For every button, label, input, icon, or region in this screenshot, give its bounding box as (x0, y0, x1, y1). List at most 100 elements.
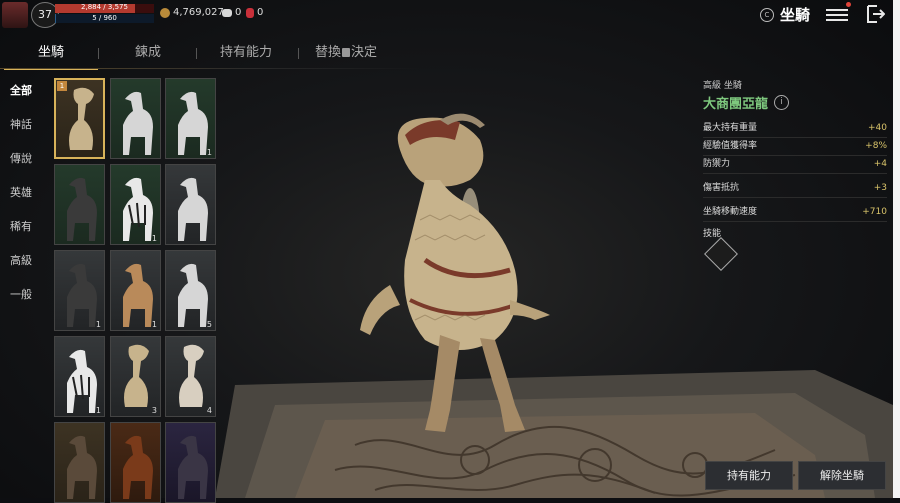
category-legendary[interactable]: 傳說 (10, 150, 32, 184)
screen-title: C 坐騎 (760, 4, 810, 25)
mount-count: 1 (95, 406, 101, 415)
tab-divider (298, 48, 299, 59)
mount-count: 1 (151, 320, 157, 329)
mount-thumbnail (67, 263, 97, 327)
mount-slot[interactable] (110, 78, 161, 159)
mount-count: 5 (206, 320, 212, 329)
menu-icon[interactable] (826, 2, 851, 24)
mount-slot[interactable] (54, 164, 105, 245)
mount-slot[interactable]: 5 (165, 250, 216, 331)
category-mythic[interactable]: 神話 (10, 116, 32, 150)
mount-thumbnail (178, 177, 208, 241)
mount-thumbnail (67, 177, 97, 241)
stat-row: 最大持有重量 +40 (703, 120, 887, 138)
mount-thumbnail (123, 91, 153, 155)
dismount-button[interactable]: 解除坐騎 (798, 461, 886, 490)
gem-amount: 0 (235, 7, 242, 18)
mount-slot[interactable]: 1 (110, 164, 161, 245)
mount-count: 1 (151, 234, 157, 243)
tab-replace[interactable]: 替換 決定 (306, 40, 386, 68)
mount-slot[interactable] (165, 164, 216, 245)
mount-thumbnail (178, 91, 208, 155)
category-heroic[interactable]: 英雄 (10, 184, 32, 218)
mount-slot[interactable]: 1 (54, 336, 105, 417)
tab-divider (196, 48, 197, 59)
equipped-badge: 1 (57, 81, 67, 91)
tab-divider (98, 48, 99, 59)
stat-row: 防禦力 +4 (703, 156, 887, 174)
stat-row: 經驗值獲得率 +8% (703, 138, 887, 156)
mount-thumbnail (67, 349, 97, 413)
mount-thumbnail (178, 435, 208, 499)
category-common[interactable]: 一般 (10, 286, 32, 320)
category-advanced[interactable]: 高級 (10, 252, 32, 286)
notification-dot-icon (846, 2, 851, 7)
stat-value: +40 (868, 123, 887, 133)
abilities-button[interactable]: 持有能力 (705, 461, 793, 490)
stat-value: +8% (865, 141, 887, 151)
mount-slot[interactable]: 1 (54, 250, 105, 331)
screen-edge (893, 0, 900, 498)
mount-count: 1 (95, 320, 101, 329)
character-portrait[interactable] (2, 2, 28, 28)
mount-slot[interactable] (54, 422, 105, 503)
tab-mount[interactable]: 坐騎 (4, 40, 98, 70)
mp-text: 5 / 960 (92, 14, 117, 22)
mount-slot[interactable] (165, 422, 216, 503)
mount-count: 1 (206, 148, 212, 157)
mount-rarity: 高級 坐騎 (703, 81, 742, 91)
skills-label: 技能 (703, 229, 722, 239)
gem-icon (222, 8, 232, 17)
stat-label: 經驗值獲得率 (703, 141, 758, 151)
mount-thumbnail (178, 263, 208, 327)
mount-slot[interactable]: 1 (110, 250, 161, 331)
gold-coin-icon (160, 7, 170, 18)
stat-list: 最大持有重量 +40 經驗值獲得率 +8% 防禦力 +4 傷害抵抗 +3 坐騎移動速度 +… (703, 120, 887, 222)
mount-thumbnail (123, 435, 153, 499)
info-icon[interactable]: i (774, 95, 790, 110)
stat-label: 防禦力 (703, 159, 731, 169)
top-bar: 37 2,884 / 3,575 5 / 960 4,769,027 0 0 C… (0, 0, 893, 30)
mount-slot[interactable]: 3 (110, 336, 161, 417)
exit-icon[interactable] (865, 4, 885, 24)
gem-display: 0 (222, 7, 241, 18)
mount-slot[interactable]: 1 (54, 78, 105, 159)
mount-slot[interactable] (110, 422, 161, 503)
category-list: 全部 神話 傳說 英雄 稀有 高級 一般 (10, 82, 32, 320)
mount-thumbnail (124, 344, 149, 407)
mount-slot[interactable]: 4 (165, 336, 216, 417)
tab-replace-label: 替換 (314, 45, 341, 60)
category-rare[interactable]: 稀有 (10, 218, 32, 252)
mount-model (360, 113, 550, 432)
ruby-display: 0 (246, 7, 263, 18)
mount-thumbnail (179, 344, 204, 407)
mount-thumbnail (123, 263, 153, 327)
stat-row: 傷害抵抗 +3 (703, 180, 887, 198)
mount-name: 大商團亞龍 (703, 97, 769, 112)
mount-thumbnail (123, 177, 153, 241)
mount-slot[interactable]: 1 (165, 78, 216, 159)
mount-thumbnail (67, 435, 97, 499)
category-all[interactable]: 全部 (10, 82, 32, 116)
stat-label: 最大持有重量 (703, 123, 758, 133)
tab-refine[interactable]: 鍊成 (110, 40, 186, 68)
title-badge-icon: C (760, 7, 774, 22)
page-title: 坐騎 (780, 6, 811, 24)
stat-value: +3 (873, 183, 887, 193)
mount-count: 4 (206, 406, 212, 415)
tab-replace-label-2: 決定 (351, 45, 378, 60)
ruby-icon (246, 7, 254, 18)
stat-value: +4 (873, 159, 887, 169)
tab-underline (0, 68, 420, 69)
stat-label: 坐騎移動速度 (703, 207, 758, 217)
mount-name-row: 大商團亞龍 i (703, 93, 887, 112)
mount-thumbnail (69, 87, 94, 150)
mount-count: 3 (151, 406, 157, 415)
gold-amount: 4,769,027 (173, 7, 224, 18)
hp-text: 2,884 / 3,575 (81, 3, 128, 11)
gold-display: 4,769,027 (160, 7, 224, 18)
stat-label: 傷害抵抗 (703, 183, 740, 193)
ruby-amount: 0 (257, 7, 264, 18)
lock-icon (342, 48, 350, 57)
tab-abilities[interactable]: 持有能力 (208, 40, 284, 68)
